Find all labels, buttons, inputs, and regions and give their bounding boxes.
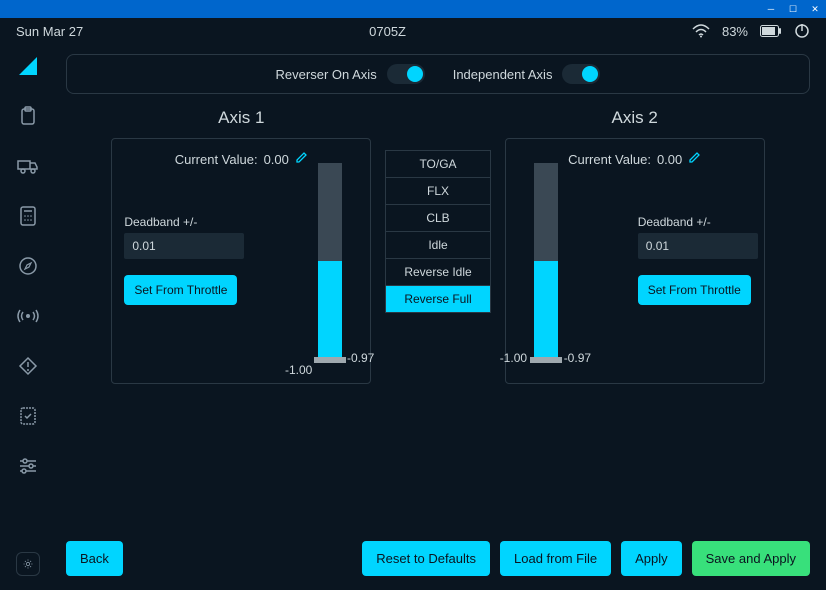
detent-reverse-idle[interactable]: Reverse Idle	[385, 259, 490, 286]
reverser-toggle[interactable]	[387, 64, 425, 84]
power-icon[interactable]	[794, 23, 810, 39]
axis2-title: Axis 2	[612, 108, 658, 128]
wifi-icon	[692, 24, 710, 38]
axis1-title: Axis 1	[218, 108, 264, 128]
independent-toggle[interactable]	[562, 64, 600, 84]
pencil-icon[interactable]	[688, 151, 701, 167]
status-date: Sun Mar 27	[16, 24, 83, 39]
detent-clb[interactable]: CLB	[385, 205, 490, 232]
footer: Back Reset to Defaults Load from File Ap…	[66, 541, 810, 576]
clipboard-icon[interactable]	[16, 104, 40, 128]
save-apply-button[interactable]: Save and Apply	[692, 541, 810, 576]
back-button[interactable]: Back	[66, 541, 123, 576]
independent-label: Independent Axis	[453, 67, 553, 82]
reverser-label: Reverser On Axis	[276, 67, 377, 82]
axis2-deadband-label: Deadband +/-	[638, 215, 752, 229]
reset-button[interactable]: Reset to Defaults	[362, 541, 490, 576]
status-zulu: 0705Z	[83, 24, 692, 39]
calculator-icon[interactable]	[16, 204, 40, 228]
truck-icon[interactable]	[16, 154, 40, 178]
sidebar	[0, 44, 56, 590]
load-button[interactable]: Load from File	[500, 541, 611, 576]
pencil-icon[interactable]	[295, 151, 308, 167]
axis1-deadband-input[interactable]	[124, 233, 244, 259]
toggle-bar: Reverser On Axis Independent Axis	[66, 54, 810, 94]
checklist-icon[interactable]	[16, 404, 40, 428]
detent-reverse-full[interactable]: Reverse Full	[385, 286, 490, 313]
axis1-val-left: -1.00	[285, 363, 312, 377]
close-button[interactable]: ✕	[808, 4, 822, 14]
broadcast-icon[interactable]	[16, 304, 40, 328]
axis2-bar	[534, 163, 558, 363]
compass-icon[interactable]	[16, 254, 40, 278]
battery-percent: 83%	[722, 24, 748, 39]
axis2-val-right: -0.97	[564, 351, 591, 365]
axis1-current-value: 0.00	[264, 152, 289, 167]
axis1-panel: Current Value: 0.00 Deadband +/- Set Fro…	[111, 138, 371, 384]
axis2-val-left: -1.00	[500, 351, 527, 365]
logo-icon[interactable]	[16, 54, 40, 78]
axis2-deadband-input[interactable]	[638, 233, 758, 259]
sliders-icon[interactable]	[16, 454, 40, 478]
detent-flx[interactable]: FLX	[385, 178, 490, 205]
axis1-bar	[318, 163, 342, 363]
window-titlebar: ─ ☐ ✕	[0, 0, 826, 18]
status-bar: Sun Mar 27 0705Z 83%	[0, 18, 826, 44]
warning-icon[interactable]	[16, 354, 40, 378]
axis2-current-value: 0.00	[657, 152, 682, 167]
axis2-set-throttle-button[interactable]: Set From Throttle	[638, 275, 751, 305]
axis1-val-right: -0.97	[347, 351, 374, 365]
detent-toga[interactable]: TO/GA	[385, 150, 490, 178]
minimize-button[interactable]: ─	[764, 4, 778, 14]
gear-icon[interactable]	[16, 552, 40, 576]
detent-list: TO/GA FLX CLB Idle Reverse Idle Reverse …	[385, 150, 490, 527]
maximize-button[interactable]: ☐	[786, 4, 800, 14]
detent-idle[interactable]: Idle	[385, 232, 490, 259]
axis2-panel: Current Value: 0.00 Deadband +/- Set Fro…	[505, 138, 765, 384]
axis2-current-label: Current Value:	[568, 152, 651, 167]
axis1-current-label: Current Value:	[175, 152, 258, 167]
battery-icon	[760, 25, 782, 37]
apply-button[interactable]: Apply	[621, 541, 682, 576]
axis1-set-throttle-button[interactable]: Set From Throttle	[124, 275, 237, 305]
